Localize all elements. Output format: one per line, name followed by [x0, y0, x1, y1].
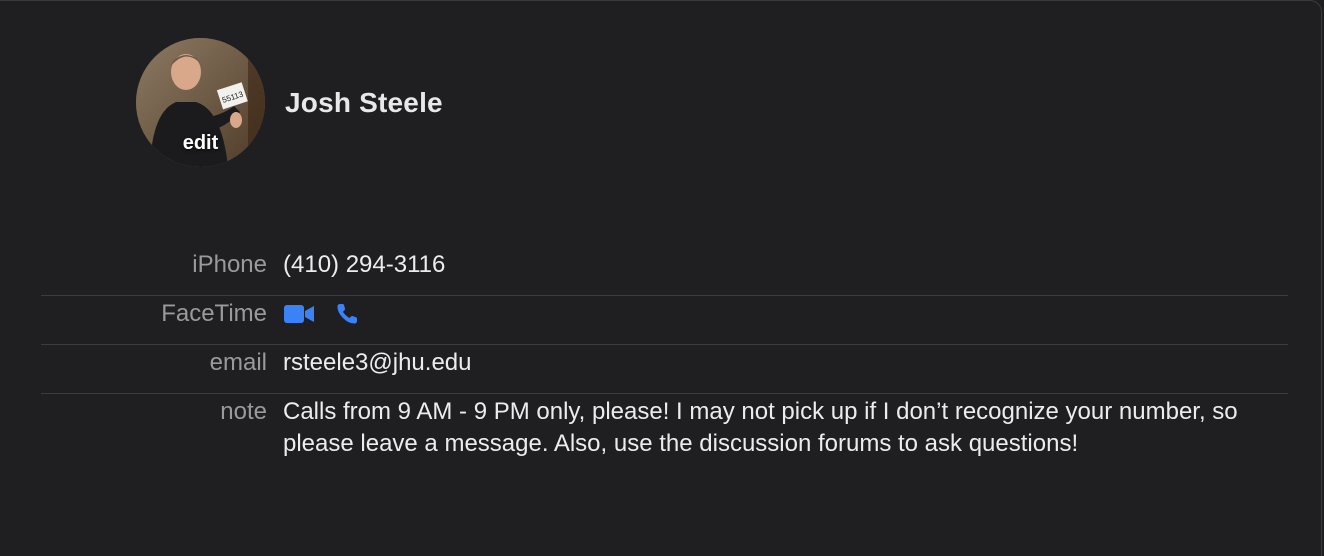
- contact-avatar[interactable]: 55113 edit: [136, 38, 265, 167]
- note-label: note: [220, 398, 267, 425]
- contact-name: Josh Steele: [285, 86, 443, 118]
- field-row-email: email rsteele3@jhu.edu: [41, 345, 1288, 394]
- contact-card-window: 55113 edit Josh Steele iPhone (410) 294-…: [0, 0, 1322, 556]
- field-row-note: note Calls from 9 AM - 9 PM only, please…: [41, 394, 1288, 468]
- facetime-buttons: [283, 296, 359, 334]
- video-camera-icon[interactable]: [283, 303, 315, 325]
- phone-label: iPhone: [192, 251, 267, 278]
- field-row-phone: iPhone (410) 294-3116: [41, 247, 1288, 296]
- contact-fields: iPhone (410) 294-3116 FaceTime email rst…: [41, 247, 1288, 468]
- facetime-label: FaceTime: [161, 300, 267, 327]
- email-label: email: [209, 349, 267, 376]
- field-row-facetime: FaceTime: [41, 296, 1288, 345]
- phone-icon[interactable]: [335, 302, 359, 326]
- email-value[interactable]: rsteele3@jhu.edu: [283, 345, 471, 387]
- avatar-edit-label[interactable]: edit: [136, 132, 265, 155]
- contact-header: 55113 edit Josh Steele: [136, 38, 443, 167]
- phone-value[interactable]: (410) 294-3116: [283, 247, 445, 289]
- note-value[interactable]: Calls from 9 AM - 9 PM only, please! I m…: [283, 394, 1243, 468]
